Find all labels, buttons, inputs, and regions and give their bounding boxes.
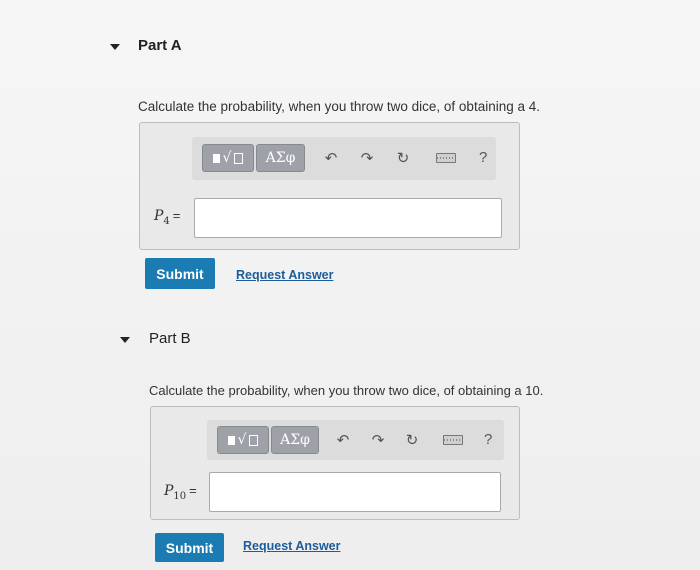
keyboard-icon[interactable]	[436, 153, 456, 163]
part-b-variable-label: P10 =	[164, 483, 197, 502]
part-a-question: Calculate the probability, when you thro…	[138, 99, 540, 114]
collapse-caret-part-a[interactable]	[110, 44, 120, 50]
part-a-math-toolbar: √ ΑΣφ ↶ ↷ ↻ ?	[192, 137, 496, 180]
box-icon	[234, 152, 244, 164]
part-b-greek-button[interactable]: ΑΣφ	[271, 426, 319, 454]
box-icon	[249, 434, 259, 446]
help-icon[interactable]: ?	[479, 149, 487, 166]
var-subscript: 10	[173, 490, 187, 502]
part-b-math-toolbar: √ ΑΣφ ↶ ↷ ↻ ?	[207, 420, 504, 460]
part-a-answer-panel: √ ΑΣφ ↶ ↷ ↻ ? P4 =	[139, 122, 520, 250]
var-base: P	[164, 483, 174, 499]
part-b-title[interactable]: Part B	[149, 330, 191, 347]
part-a-templates-button[interactable]: √	[202, 144, 254, 172]
keyboard-icon[interactable]	[443, 435, 463, 445]
part-a-submit-button[interactable]: Submit	[145, 258, 215, 289]
reset-icon[interactable]: ↻	[394, 149, 412, 167]
part-b-submit-button[interactable]: Submit	[155, 533, 224, 562]
equals-sign: =	[189, 483, 197, 498]
part-b-templates-button[interactable]: √	[217, 426, 269, 454]
templates-icon	[227, 435, 235, 445]
var-subscript: 4	[163, 215, 170, 227]
part-b-answer-panel: √ ΑΣφ ↶ ↷ ↻ ? P10 =	[150, 406, 520, 520]
greek-symbols-label: ΑΣφ	[265, 150, 296, 166]
undo-icon[interactable]: ↶	[334, 431, 352, 449]
redo-icon[interactable]: ↷	[369, 431, 387, 449]
part-a-request-answer-link[interactable]: Request Answer	[236, 268, 333, 282]
part-a-title[interactable]: Part A	[138, 37, 182, 54]
greek-symbols-label: ΑΣφ	[280, 432, 310, 448]
templates-icon	[212, 153, 220, 163]
part-b-request-answer-link[interactable]: Request Answer	[243, 539, 340, 553]
part-b-answer-input[interactable]	[209, 472, 501, 512]
var-base: P	[154, 208, 164, 224]
help-icon[interactable]: ?	[484, 431, 492, 448]
radical-icon: √	[237, 432, 247, 448]
equals-sign: =	[172, 208, 181, 223]
collapse-caret-part-b[interactable]	[120, 337, 130, 343]
undo-icon[interactable]: ↶	[322, 149, 340, 167]
radical-icon: √	[222, 150, 232, 166]
part-a-greek-button[interactable]: ΑΣφ	[256, 144, 305, 172]
part-b-question: Calculate the probability, when you thro…	[149, 383, 544, 398]
redo-icon[interactable]: ↷	[358, 149, 376, 167]
part-a-variable-label: P4 =	[154, 208, 180, 227]
part-a-answer-input[interactable]	[194, 198, 502, 238]
reset-icon[interactable]: ↻	[403, 431, 421, 449]
